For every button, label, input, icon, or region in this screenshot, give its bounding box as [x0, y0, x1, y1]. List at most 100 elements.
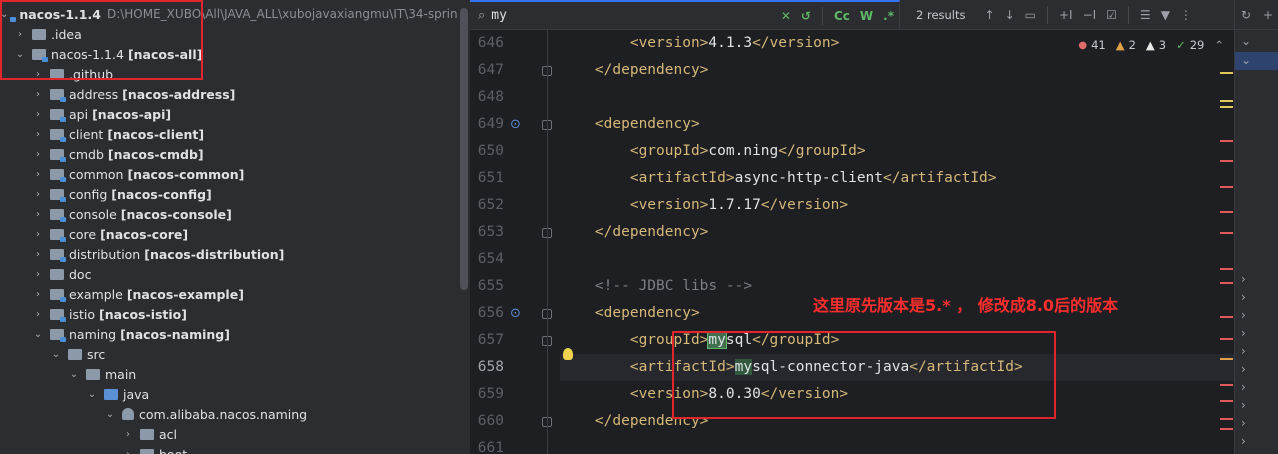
- tree-item[interactable]: › common [nacos-common]: [0, 164, 470, 184]
- code-line[interactable]: <groupId>com.ning</groupId>: [560, 138, 1234, 165]
- code-line[interactable]: </dependency>: [560, 57, 1234, 84]
- chevron-right-icon[interactable]: ›: [32, 229, 44, 240]
- tree-item[interactable]: › doc: [0, 264, 470, 284]
- tree-item[interactable]: ⌄ main: [0, 364, 470, 384]
- error-stripe-mark[interactable]: [1220, 400, 1233, 402]
- chevron-right-icon[interactable]: ›: [32, 169, 44, 180]
- add-icon[interactable]: +: [1263, 8, 1273, 22]
- chevron-right-icon[interactable]: ›: [122, 429, 134, 440]
- error-stripe-mark[interactable]: [1220, 100, 1233, 102]
- tree-item[interactable]: › example [nacos-example]: [0, 284, 470, 304]
- tree-item[interactable]: › core [nacos-core]: [0, 224, 470, 244]
- chevron-right-icon[interactable]: ›: [1241, 416, 1246, 430]
- select-all-icon[interactable]: ☑: [1106, 8, 1117, 22]
- regex-toggle[interactable]: .*: [883, 9, 894, 23]
- error-stripe-mark[interactable]: [1220, 160, 1233, 162]
- tree-item[interactable]: › acl: [0, 424, 470, 444]
- history-icon[interactable]: ↺: [801, 9, 811, 23]
- chevron-right-icon[interactable]: ›: [32, 209, 44, 220]
- error-stripe-mark[interactable]: [1220, 268, 1233, 270]
- error-stripe-mark[interactable]: [1220, 106, 1233, 108]
- remove-selection-icon[interactable]: −I: [1083, 8, 1097, 22]
- chevron-right-icon[interactable]: ›: [1241, 272, 1246, 286]
- tree-item[interactable]: › istio [nacos-istio]: [0, 304, 470, 324]
- chevron-right-icon[interactable]: ›: [32, 309, 44, 320]
- maven-dependency-icon[interactable]: ⊙: [510, 117, 521, 132]
- inspection-widget[interactable]: ● 41 ▲ 2 ▲ 3 ✓ 29 ⌃: [1068, 38, 1224, 52]
- tree-item[interactable]: › cmdb [nacos-cmdb]: [0, 144, 470, 164]
- arrow-up-icon[interactable]: ↑: [985, 8, 995, 22]
- error-count[interactable]: ● 41: [1078, 38, 1105, 52]
- warning-count[interactable]: ▲ 2: [1116, 38, 1136, 52]
- chevron-right-icon[interactable]: ›: [122, 449, 134, 454]
- chevron-down-icon[interactable]: ⌄: [1241, 34, 1251, 48]
- find-input[interactable]: my: [491, 8, 776, 23]
- code-line[interactable]: [560, 246, 1234, 273]
- chevron-down-icon[interactable]: ⌄: [86, 389, 98, 400]
- tree-item[interactable]: ⌄ naming [nacos-naming]: [0, 324, 470, 344]
- match-case-toggle[interactable]: Cc: [834, 9, 850, 23]
- chevron-right-icon[interactable]: ›: [1241, 308, 1246, 322]
- error-stripe-mark[interactable]: [1220, 186, 1233, 188]
- tree-item[interactable]: › client [nacos-client]: [0, 124, 470, 144]
- tree-item[interactable]: › distribution [nacos-distribution]: [0, 244, 470, 264]
- tree-item[interactable]: › config [nacos-config]: [0, 184, 470, 204]
- tree-item[interactable]: › boot: [0, 444, 470, 454]
- code-line[interactable]: </dependency>: [560, 219, 1234, 246]
- chevron-right-icon[interactable]: ›: [1241, 380, 1246, 394]
- chevron-right-icon[interactable]: ›: [1241, 326, 1246, 340]
- tree-item[interactable]: › address [nacos-address]: [0, 84, 470, 104]
- search-icon[interactable]: ⌕: [478, 8, 485, 23]
- chevron-right-icon[interactable]: ›: [1241, 362, 1246, 376]
- tree-item[interactable]: ⌄ com.alibaba.nacos.naming: [0, 404, 470, 424]
- chevron-down-icon[interactable]: ⌄: [1241, 53, 1251, 67]
- chevron-right-icon[interactable]: ›: [1241, 290, 1246, 304]
- tree-item[interactable]: › api [nacos-api]: [0, 104, 470, 124]
- tree-scrollbar-thumb[interactable]: [460, 8, 468, 290]
- error-stripe-mark[interactable]: [1220, 232, 1233, 234]
- error-stripe-mark[interactable]: [1220, 428, 1233, 430]
- tree-item[interactable]: ⌄ src: [0, 344, 470, 364]
- filter-lines-icon[interactable]: ☰: [1140, 8, 1151, 22]
- chevron-down-icon[interactable]: ⌄: [32, 329, 44, 340]
- error-stripe-mark[interactable]: [1220, 418, 1233, 420]
- code-line[interactable]: [560, 435, 1234, 454]
- maven-dependency-icon[interactable]: ⊙: [510, 306, 521, 321]
- chevron-right-icon[interactable]: ›: [32, 289, 44, 300]
- code-line[interactable]: [560, 84, 1234, 111]
- chevron-right-icon[interactable]: ›: [32, 129, 44, 140]
- tree-item[interactable]: ⌄ java: [0, 384, 470, 404]
- error-stripe-mark[interactable]: [1220, 384, 1233, 386]
- whole-word-toggle[interactable]: W: [860, 9, 873, 23]
- error-stripe-mark[interactable]: [1220, 211, 1233, 213]
- code-line[interactable]: <artifactId>async-http-client</artifactI…: [560, 165, 1234, 192]
- chevron-right-icon[interactable]: ›: [32, 149, 44, 160]
- more-icon[interactable]: ⋮: [1180, 8, 1192, 22]
- tree-item[interactable]: › console [nacos-console]: [0, 204, 470, 224]
- clear-search-icon[interactable]: ✕: [781, 9, 791, 23]
- error-stripe-mark[interactable]: [1220, 72, 1233, 74]
- chevron-right-icon[interactable]: ›: [32, 109, 44, 120]
- chevron-right-icon[interactable]: ›: [32, 269, 44, 280]
- expand-icon[interactable]: ⌃: [1214, 38, 1224, 52]
- error-stripe-mark[interactable]: [1220, 140, 1233, 142]
- chevron-down-icon[interactable]: ⌄: [68, 369, 80, 380]
- filter-icon[interactable]: ▼: [1161, 8, 1170, 22]
- refresh-icon[interactable]: ↻: [1241, 8, 1251, 22]
- code-line[interactable]: <dependency>: [560, 111, 1234, 138]
- chevron-right-icon[interactable]: ›: [1241, 398, 1246, 412]
- typo-count[interactable]: ✓ 29: [1176, 38, 1204, 52]
- chevron-right-icon[interactable]: ›: [32, 189, 44, 200]
- lightbulb-icon[interactable]: [563, 348, 573, 360]
- error-stripe-mark[interactable]: [1220, 316, 1233, 318]
- error-stripe-mark[interactable]: [1220, 282, 1233, 284]
- arrow-down-icon[interactable]: ↓: [1005, 8, 1015, 22]
- weak-warning-count[interactable]: ▲ 3: [1146, 38, 1166, 52]
- chevron-right-icon[interactable]: ›: [1241, 434, 1246, 448]
- chevron-down-icon[interactable]: ⌄: [50, 349, 62, 360]
- chevron-down-icon[interactable]: ⌄: [104, 409, 116, 420]
- error-stripe-mark[interactable]: [1220, 358, 1233, 360]
- add-selection-icon[interactable]: +I: [1059, 8, 1073, 22]
- chevron-right-icon[interactable]: ›: [32, 249, 44, 260]
- code-line[interactable]: <version>1.7.17</version>: [560, 192, 1234, 219]
